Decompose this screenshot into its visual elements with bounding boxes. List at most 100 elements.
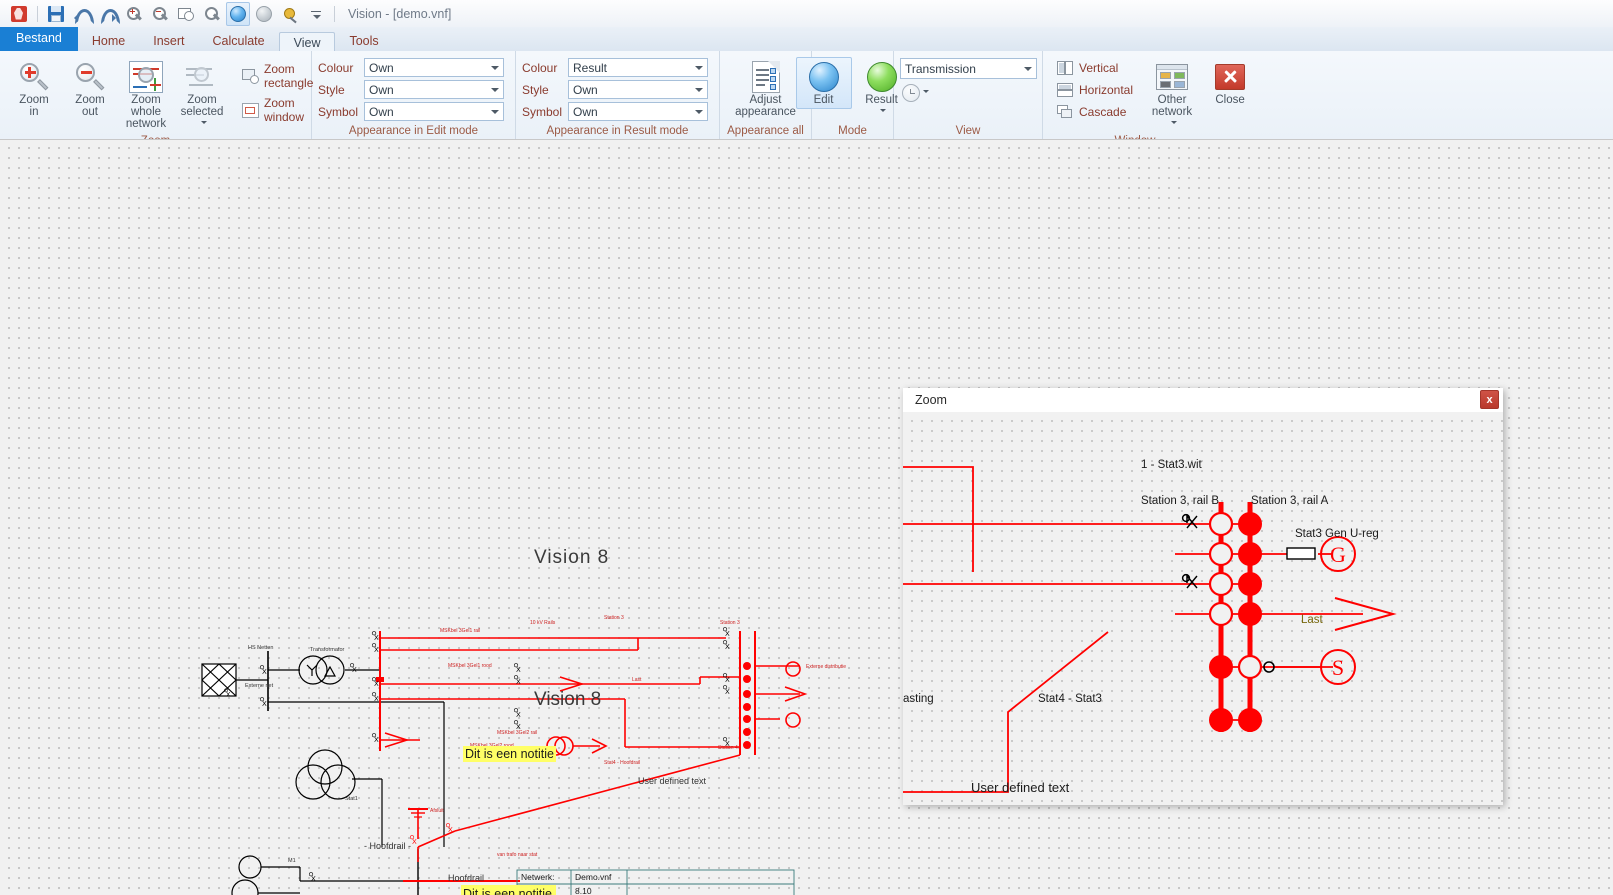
canvas-watermark-label: Vision 8 bbox=[534, 547, 610, 568]
tile-horizontal-button[interactable]: Horizontal bbox=[1051, 79, 1138, 101]
tile-vertical-button[interactable]: Vertical bbox=[1051, 57, 1138, 79]
zoom-user-defined-text: User defined text bbox=[971, 780, 1070, 795]
switch-open bbox=[1208, 541, 1234, 567]
view-combo[interactable]: Transmission bbox=[900, 58, 1037, 79]
cascade-icon bbox=[1056, 104, 1074, 120]
switch-closed bbox=[1209, 655, 1233, 679]
chevron-down-icon[interactable] bbox=[879, 108, 886, 115]
ribbon-group-appearance-edit: Colour Own Style Own Symbol Own Appearan… bbox=[312, 51, 516, 139]
adjust-icon[interactable] bbox=[278, 2, 302, 26]
result-mode-icon[interactable] bbox=[252, 2, 276, 26]
button-label: Zoom selected bbox=[180, 94, 224, 130]
zoom-window-icon bbox=[241, 102, 259, 118]
switch-closed bbox=[1238, 602, 1262, 626]
zoom-in-button[interactable]: Zoom in bbox=[6, 57, 62, 121]
zoom-window-icon[interactable] bbox=[200, 2, 224, 26]
field-label: Style bbox=[522, 82, 549, 97]
zoom-diagram: G S 1 - Stat3.wit Station 3, rail B Stat… bbox=[903, 459, 1397, 805]
adjust-appearance-icon bbox=[751, 60, 780, 94]
zoom-in-icon[interactable] bbox=[122, 2, 146, 26]
field-label: Colour bbox=[522, 60, 558, 75]
chevron-down-icon[interactable] bbox=[1170, 120, 1177, 127]
group-title: Appearance in Edit mode bbox=[348, 125, 479, 137]
chevron-down-icon bbox=[695, 66, 703, 74]
zoom-rectangle-button[interactable]: Zoom rectangle bbox=[236, 59, 318, 93]
result-colour-combo[interactable]: Result bbox=[568, 58, 708, 77]
field-label: Symbol bbox=[318, 104, 359, 119]
redo-icon[interactable] bbox=[96, 2, 120, 26]
button-label: Close bbox=[1215, 94, 1245, 106]
chevron-down-icon[interactable] bbox=[200, 120, 207, 127]
button-label: Other network bbox=[1150, 94, 1194, 130]
edit-colour-combo[interactable]: Own bbox=[364, 58, 504, 77]
zoom-selected-button[interactable]: Zoom selected bbox=[174, 57, 230, 133]
tab-insert[interactable]: Insert bbox=[139, 31, 198, 51]
button-label: Zoom window bbox=[264, 96, 305, 124]
edit-symbol-combo[interactable]: Own bbox=[364, 102, 504, 121]
field-label: Symbol bbox=[522, 104, 563, 119]
divider bbox=[334, 5, 335, 22]
chevron-down-icon bbox=[491, 110, 499, 118]
group-title: View bbox=[955, 125, 981, 137]
switch-open bbox=[1208, 511, 1234, 537]
edit-mode-button[interactable]: Edit bbox=[795, 57, 852, 109]
tile-horizontal-icon bbox=[1056, 82, 1074, 98]
zoom-out-button[interactable]: Zoom out bbox=[62, 57, 118, 121]
switch-open bbox=[1237, 654, 1263, 680]
vision-logo-icon[interactable] bbox=[7, 2, 31, 26]
group-title: Mode bbox=[838, 125, 867, 137]
zoom-rectangle-icon[interactable] bbox=[174, 2, 198, 26]
tab-home[interactable]: Home bbox=[78, 31, 139, 51]
field-label: Colour bbox=[318, 60, 354, 75]
combo-value: Transmission bbox=[905, 61, 976, 76]
tab-tools[interactable]: Tools bbox=[335, 31, 392, 51]
button-label: Zoom rectangle bbox=[264, 62, 314, 90]
zoom-out-icon bbox=[75, 60, 105, 94]
zoom-in-icon bbox=[19, 60, 49, 94]
zoom-label-rail-b: Station 3, rail B bbox=[1141, 495, 1219, 507]
combo-value: Result bbox=[573, 60, 608, 75]
chevron-down-icon bbox=[1024, 67, 1032, 75]
result-style-combo[interactable]: Own bbox=[568, 80, 708, 99]
tile-vertical-icon bbox=[1056, 60, 1074, 76]
edit-style-combo[interactable]: Own bbox=[364, 80, 504, 99]
field-label: Style bbox=[318, 82, 345, 97]
zoom-dialog-close-button[interactable]: x bbox=[1480, 390, 1499, 409]
combo-value: Own bbox=[573, 104, 598, 119]
tab-view[interactable]: View bbox=[278, 32, 336, 52]
button-label: Vertical bbox=[1079, 61, 1119, 75]
save-icon[interactable] bbox=[44, 2, 68, 26]
zoom-label-user-text: User defined text bbox=[971, 803, 1070, 805]
customize-qat-icon[interactable] bbox=[304, 2, 328, 26]
zoom-dialog-titlebar[interactable]: Zoom x bbox=[903, 388, 1503, 413]
zoom-label-load: Last bbox=[1301, 614, 1324, 626]
tab-bestand[interactable]: Bestand bbox=[0, 27, 78, 51]
zoom-window-button[interactable]: Zoom window bbox=[236, 93, 318, 127]
zoom-dialog-canvas[interactable]: G S 1 - Stat3.wit Station 3, rail B Stat… bbox=[903, 412, 1503, 805]
switch-closed bbox=[1209, 708, 1233, 732]
edit-mode-icon[interactable] bbox=[226, 1, 250, 26]
chevron-down-icon[interactable] bbox=[923, 90, 929, 96]
other-network-icon bbox=[1156, 60, 1189, 94]
button-label: Zoom out bbox=[75, 94, 105, 118]
combo-value: Own bbox=[573, 82, 598, 97]
time-profile-button[interactable] bbox=[902, 84, 929, 102]
close-button[interactable]: Close bbox=[1202, 57, 1258, 109]
button-label: Zoom in bbox=[19, 94, 49, 118]
adjust-appearance-button[interactable]: Adjust appearance bbox=[729, 57, 802, 121]
group-title: Appearance in Result mode bbox=[546, 125, 689, 137]
switch-closed bbox=[1238, 708, 1262, 732]
switch-closed bbox=[1238, 542, 1262, 566]
result-symbol-combo[interactable]: Own bbox=[568, 102, 708, 121]
undo-icon[interactable] bbox=[70, 2, 94, 26]
zoom-dialog[interactable]: Zoom x G S 1 - Stat3.wit Station 3, rail… bbox=[903, 388, 1503, 805]
cascade-button[interactable]: Cascade bbox=[1051, 101, 1138, 123]
switch-open bbox=[1208, 601, 1234, 627]
zoom-whole-network-button[interactable]: Zoom whole network bbox=[118, 57, 174, 133]
switch-closed bbox=[1238, 512, 1262, 536]
other-network-button[interactable]: Other network bbox=[1144, 57, 1200, 133]
zoom-out-icon[interactable] bbox=[148, 2, 172, 26]
result-colour-row: Colour Result bbox=[522, 57, 708, 78]
tab-calculate[interactable]: Calculate bbox=[198, 31, 278, 51]
switch-open bbox=[1208, 571, 1234, 597]
